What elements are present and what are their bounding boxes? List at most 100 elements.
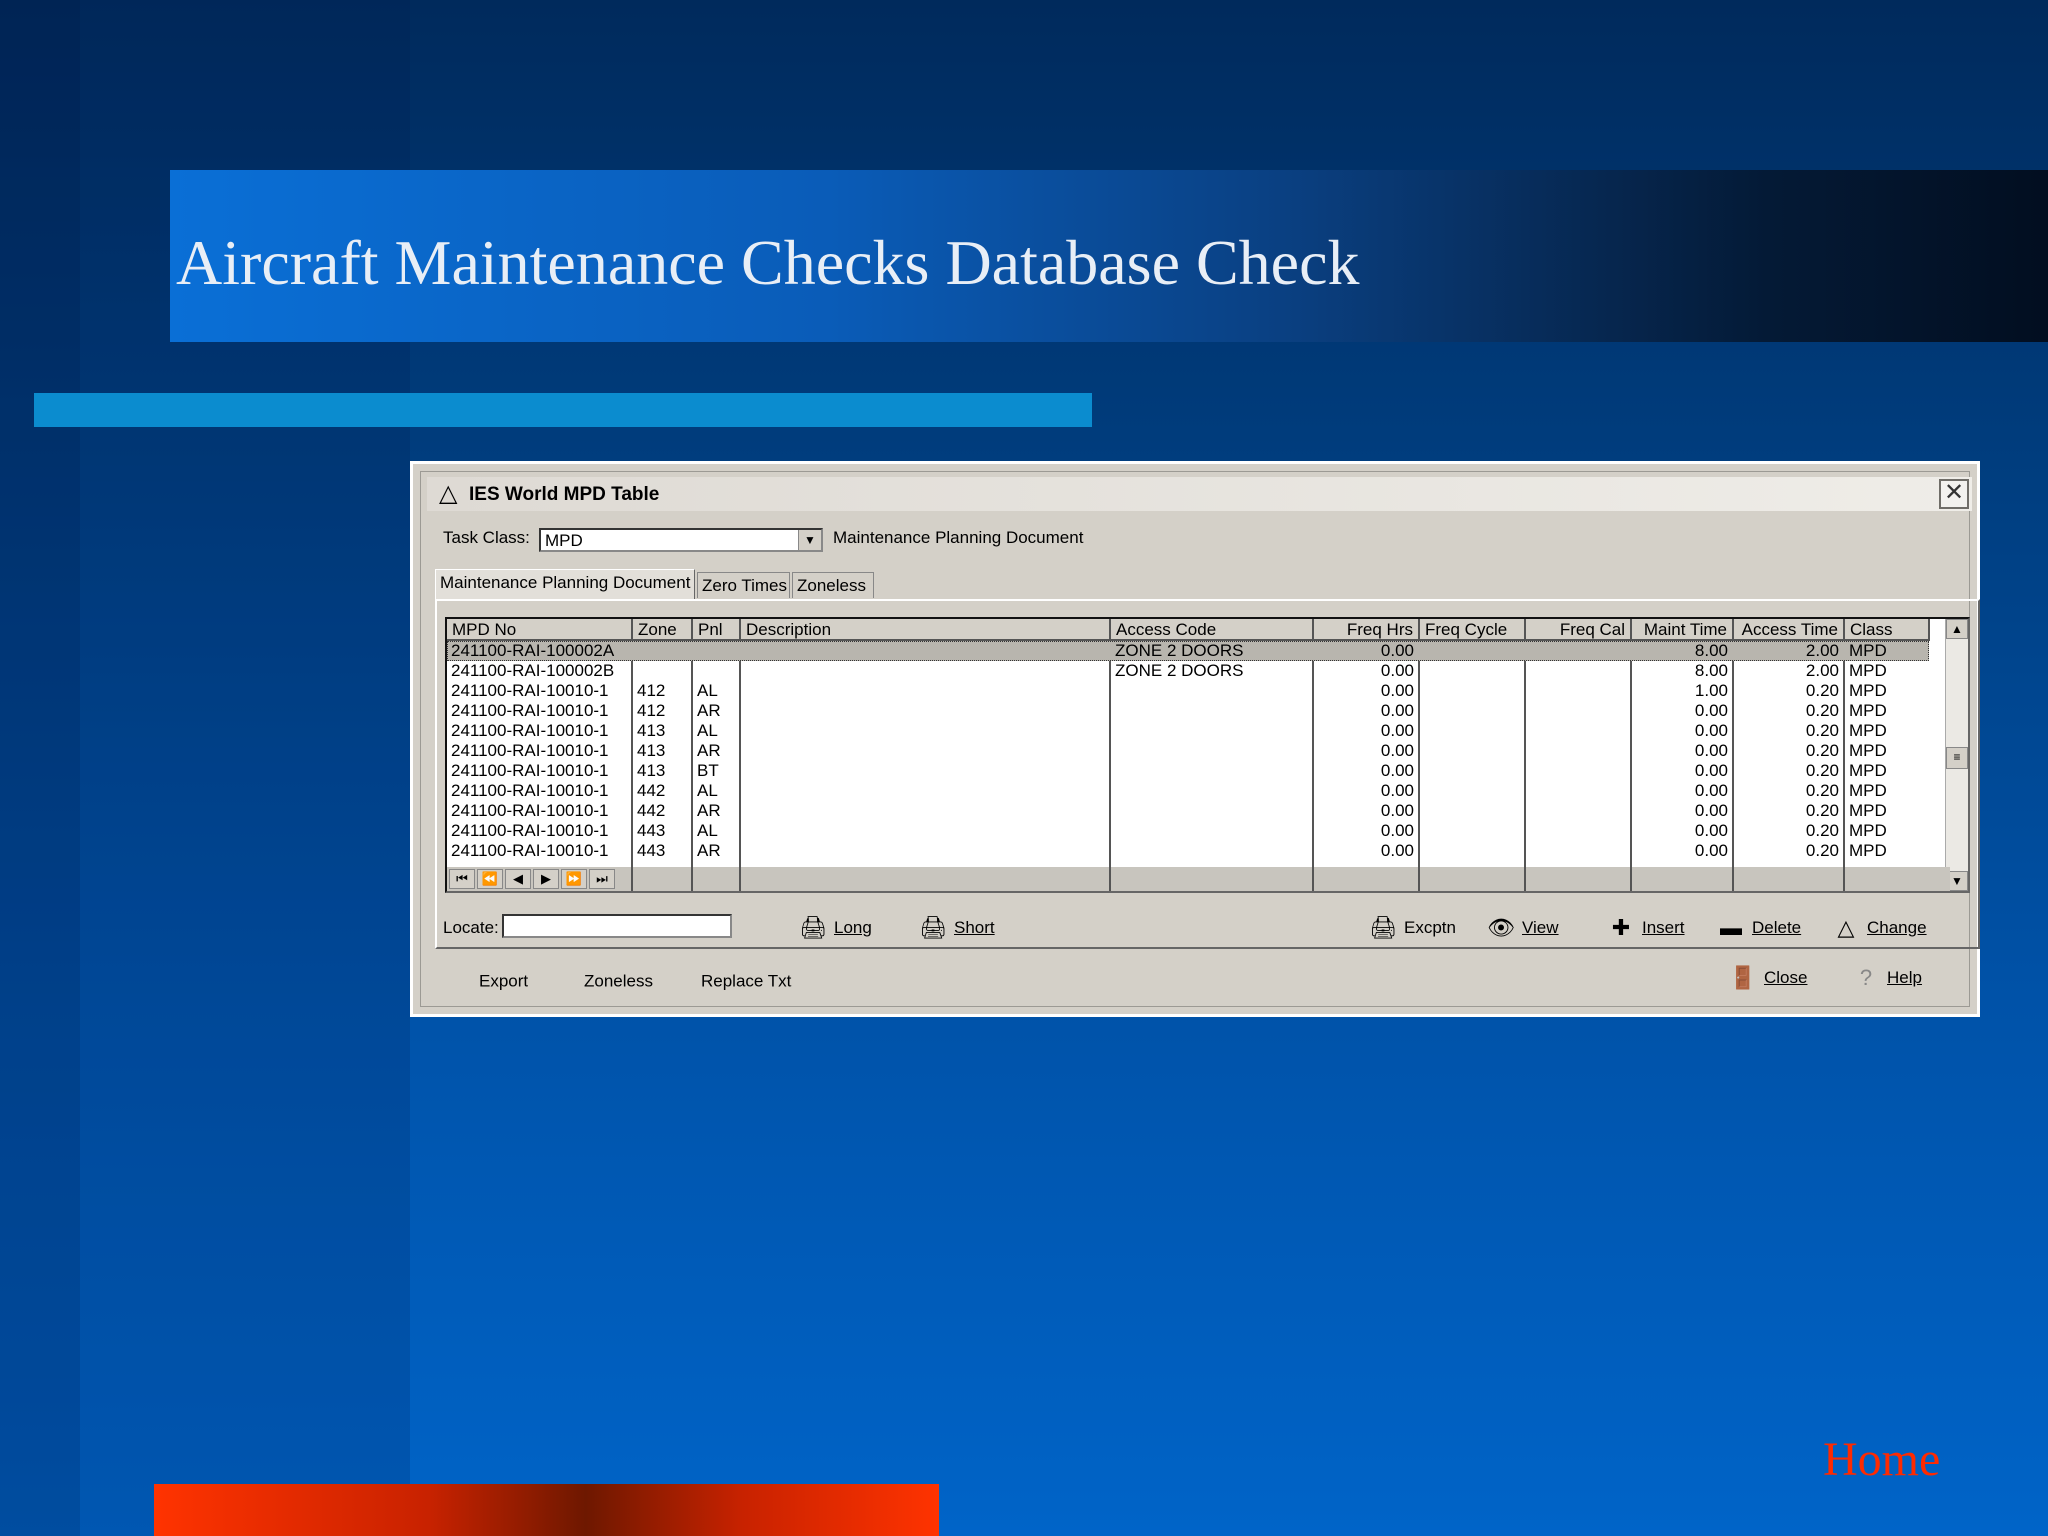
delete-button[interactable]: ▬ Delete (1716, 915, 1801, 941)
table-cell-freq-hrs[interactable]: 0.00 (1318, 681, 1414, 701)
table-cell-class[interactable]: MPD (1849, 841, 1924, 861)
table-cell-access-time[interactable]: 0.20 (1738, 801, 1839, 821)
tab-zoneless[interactable]: Zoneless (792, 572, 874, 598)
table-cell-mpd-no[interactable]: 241100-RAI-10010-1 (451, 721, 627, 741)
table-cell-zone[interactable]: 413 (637, 761, 687, 781)
insert-button[interactable]: ✚ Insert (1606, 915, 1685, 941)
table-cell-zone[interactable] (637, 641, 687, 661)
locate-input[interactable] (502, 914, 732, 938)
window-close-icon[interactable]: ✕ (1939, 479, 1969, 509)
table-cell-mpd-no[interactable]: 241100-RAI-10010-1 (451, 841, 627, 861)
table-cell-pnl[interactable] (697, 641, 735, 661)
tab-maintenance-planning-document[interactable]: Maintenance Planning Document (435, 569, 695, 599)
table-cell-mpd-no[interactable]: 241100-RAI-10010-1 (451, 681, 627, 701)
table-cell-maint-time[interactable]: 0.00 (1636, 781, 1728, 801)
previous-page-icon[interactable]: ⏪ (477, 869, 503, 889)
table-cell-mpd-no[interactable]: 241100-RAI-10010-1 (451, 701, 627, 721)
table-cell-pnl[interactable]: AR (697, 701, 735, 721)
table-cell-pnl[interactable]: BT (697, 761, 735, 781)
change-button[interactable]: △ Change (1831, 915, 1927, 941)
table-cell-mpd-no[interactable]: 241100-RAI-10010-1 (451, 761, 627, 781)
table-cell-mpd-no[interactable]: 241100-RAI-10010-1 (451, 801, 627, 821)
table-cell-access-time[interactable]: 0.20 (1738, 761, 1839, 781)
table-cell-access-code[interactable] (1115, 681, 1308, 701)
table-cell-access-time[interactable]: 0.20 (1738, 821, 1839, 841)
previous-record-icon[interactable]: ◀ (505, 869, 531, 889)
table-cell-access-code[interactable] (1115, 741, 1308, 761)
table-cell-zone[interactable]: 412 (637, 701, 687, 721)
column-header-freq-cycle[interactable]: Freq Cycle (1420, 619, 1526, 641)
table-cell-mpd-no[interactable]: 241100-RAI-10010-1 (451, 741, 627, 761)
table-cell-class[interactable]: MPD (1849, 641, 1924, 661)
table-cell-mpd-no[interactable]: 241100-RAI-100002B (451, 661, 627, 681)
table-cell-class[interactable]: MPD (1849, 781, 1924, 801)
export-button[interactable]: Export (479, 971, 528, 992)
table-cell-maint-time[interactable]: 0.00 (1636, 841, 1728, 861)
home-link[interactable]: Home (1823, 1432, 1940, 1487)
vertical-scrollbar[interactable]: ▲ ≡ ▼ (1945, 619, 1968, 891)
table-cell-maint-time[interactable]: 8.00 (1636, 641, 1728, 661)
table-cell-access-time[interactable]: 0.20 (1738, 781, 1839, 801)
table-cell-class[interactable]: MPD (1849, 721, 1924, 741)
table-cell-freq-hrs[interactable]: 0.00 (1318, 721, 1414, 741)
table-cell-freq-hrs[interactable]: 0.00 (1318, 841, 1414, 861)
table-cell-maint-time[interactable]: 0.00 (1636, 721, 1728, 741)
table-cell-zone[interactable]: 412 (637, 681, 687, 701)
last-record-icon[interactable]: ⏭ (589, 869, 615, 889)
table-cell-maint-time[interactable]: 0.00 (1636, 801, 1728, 821)
table-cell-access-time[interactable]: 0.20 (1738, 841, 1839, 861)
table-cell-maint-time[interactable]: 0.00 (1636, 701, 1728, 721)
table-cell-maint-time[interactable]: 0.00 (1636, 761, 1728, 781)
table-cell-freq-hrs[interactable]: 0.00 (1318, 801, 1414, 821)
next-record-icon[interactable]: ▶ (533, 869, 559, 889)
table-cell-access-code[interactable]: ZONE 2 DOORS (1115, 661, 1308, 681)
table-cell-freq-hrs[interactable]: 0.00 (1318, 821, 1414, 841)
scroll-up-icon[interactable]: ▲ (1946, 619, 1968, 639)
table-cell-pnl[interactable]: AL (697, 721, 735, 741)
task-class-select[interactable]: MPD ▼ (539, 528, 823, 552)
column-header-access-code[interactable]: Access Code (1111, 619, 1314, 641)
print-short-button[interactable]: 🖨 Short (918, 915, 995, 941)
table-cell-class[interactable]: MPD (1849, 821, 1924, 841)
mpd-grid[interactable]: ▲ ≡ ▼ ⏮ ⏪ ◀ ▶ ⏩ ⏭ MPD No Zone Pnl Descripti… (445, 617, 1970, 893)
close-button[interactable]: 🚪 Close (1728, 965, 1807, 991)
table-cell-maint-time[interactable]: 0.00 (1636, 741, 1728, 761)
next-page-icon[interactable]: ⏩ (561, 869, 587, 889)
table-cell-access-time[interactable]: 0.20 (1738, 741, 1839, 761)
column-header-zone[interactable]: Zone (633, 619, 693, 641)
table-cell-class[interactable]: MPD (1849, 761, 1924, 781)
column-header-access-time[interactable]: Access Time (1734, 619, 1845, 641)
column-header-mpd-no[interactable]: MPD No (447, 619, 633, 641)
chevron-down-icon[interactable]: ▼ (798, 530, 821, 550)
first-record-icon[interactable]: ⏮ (449, 869, 475, 889)
table-cell-access-code[interactable] (1115, 721, 1308, 741)
table-cell-class[interactable]: MPD (1849, 701, 1924, 721)
table-cell-zone[interactable]: 413 (637, 721, 687, 741)
table-cell-access-time[interactable]: 0.20 (1738, 721, 1839, 741)
zoneless-button[interactable]: Zoneless (584, 971, 653, 992)
table-cell-class[interactable]: MPD (1849, 661, 1924, 681)
table-cell-pnl[interactable]: AL (697, 821, 735, 841)
tab-zero-times[interactable]: Zero Times (697, 572, 790, 598)
table-cell-zone[interactable] (637, 661, 687, 681)
column-header-class[interactable]: Class (1845, 619, 1930, 641)
table-cell-access-code[interactable] (1115, 781, 1308, 801)
table-cell-freq-hrs[interactable]: 0.00 (1318, 781, 1414, 801)
replace-txt-button[interactable]: Replace Txt (701, 971, 791, 992)
column-header-maint-time[interactable]: Maint Time (1632, 619, 1734, 641)
table-cell-pnl[interactable]: AR (697, 801, 735, 821)
table-cell-zone[interactable]: 443 (637, 821, 687, 841)
table-cell-freq-hrs[interactable]: 0.00 (1318, 741, 1414, 761)
column-header-pnl[interactable]: Pnl (693, 619, 741, 641)
table-cell-class[interactable]: MPD (1849, 741, 1924, 761)
table-cell-freq-hrs[interactable]: 0.00 (1318, 661, 1414, 681)
table-cell-pnl[interactable] (697, 661, 735, 681)
table-cell-class[interactable]: MPD (1849, 681, 1924, 701)
column-header-freq-hrs[interactable]: Freq Hrs (1314, 619, 1420, 641)
table-cell-pnl[interactable]: AR (697, 741, 735, 761)
table-cell-zone[interactable]: 413 (637, 741, 687, 761)
table-cell-access-code[interactable] (1115, 821, 1308, 841)
column-header-freq-cal[interactable]: Freq Cal (1526, 619, 1632, 641)
table-cell-freq-hrs[interactable]: 0.00 (1318, 761, 1414, 781)
table-cell-access-time[interactable]: 0.20 (1738, 681, 1839, 701)
